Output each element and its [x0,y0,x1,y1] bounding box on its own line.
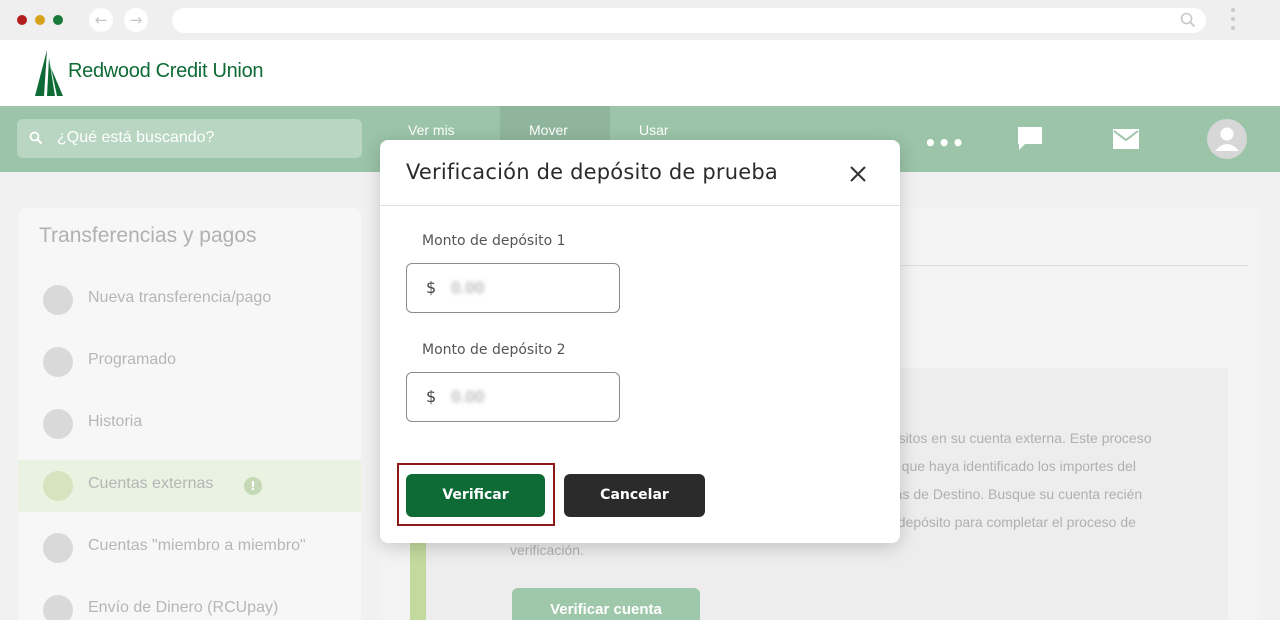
currency-symbol: $ [426,387,437,406]
dialog-title: Verificación de depósito de prueba [406,160,778,184]
deposit-2-input[interactable] [451,386,601,408]
close-icon[interactable] [848,164,868,184]
deposit-2-label: Monto de depósito 2 [422,342,566,358]
deposit-1-input[interactable] [451,277,601,299]
deposit-2-field[interactable]: $ [406,372,620,422]
verify-button[interactable]: Verificar [406,474,545,517]
test-deposit-verification-dialog: Verificación de depósito de prueba Monto… [380,140,900,543]
currency-symbol: $ [426,278,437,297]
deposit-1-field[interactable]: $ [406,263,620,313]
dialog-divider [380,205,900,206]
deposit-1-label: Monto de depósito 1 [422,233,566,249]
cancel-button[interactable]: Cancelar [564,474,705,517]
